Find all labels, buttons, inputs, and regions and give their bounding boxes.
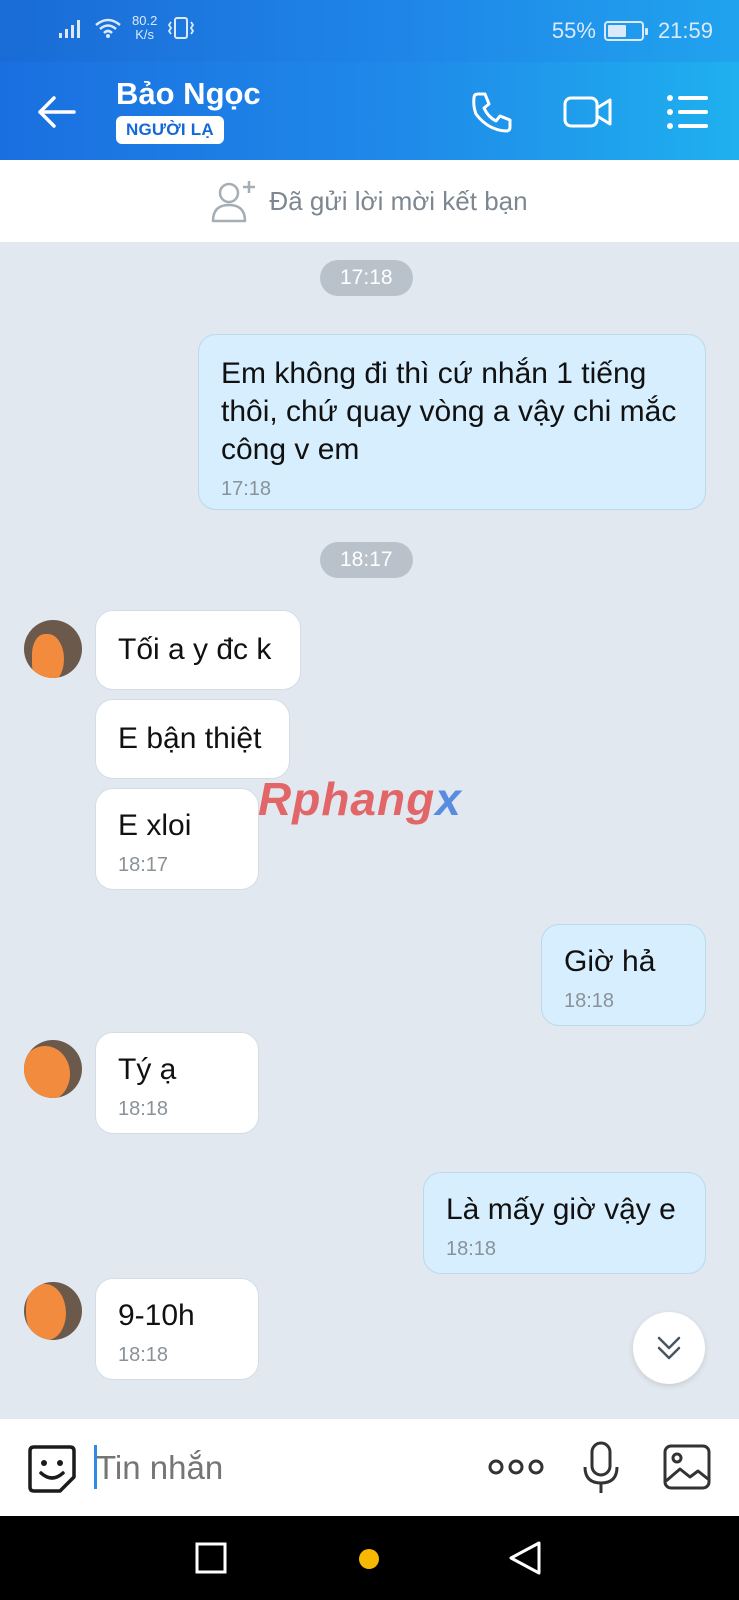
friend-request-bar: Đã gửi lời mời kết bạn bbox=[0, 160, 739, 242]
message-time: 18:18 bbox=[446, 1238, 497, 1260]
watermark-part1: Rphang bbox=[258, 773, 436, 825]
message-time: 18:18 bbox=[118, 1098, 169, 1120]
image-icon[interactable] bbox=[662, 1443, 712, 1491]
message-time: 18:18 bbox=[564, 990, 615, 1012]
message-bubble-incoming[interactable]: Tý ạ 18:18 bbox=[95, 1032, 259, 1134]
battery-icon bbox=[603, 21, 648, 41]
message-bubble-incoming[interactable]: E xloi 18:17 bbox=[95, 788, 259, 890]
battery-percent: 55% bbox=[551, 18, 596, 43]
avatar[interactable] bbox=[24, 1040, 82, 1098]
microphone-icon[interactable] bbox=[582, 1441, 620, 1497]
message-text: Tối a y đc k bbox=[118, 633, 272, 666]
status-bar: 80.2 K/s 55% 21:59 bbox=[0, 0, 739, 62]
message-bubble-outgoing[interactable]: Em không đi thì cứ nhắn 1 tiếng thôi, ch… bbox=[198, 334, 706, 510]
watermark-part2: x bbox=[435, 773, 462, 825]
chat-thread[interactable]: 17:18 Em không đi thì cứ nhắn 1 tiếng th… bbox=[0, 242, 739, 1418]
message-time: 17:18 bbox=[221, 478, 272, 500]
avatar[interactable] bbox=[24, 1282, 82, 1340]
message-text: Giờ hả bbox=[564, 945, 656, 978]
network-speed: 80.2 K/s bbox=[132, 14, 157, 42]
list-menu-icon[interactable] bbox=[662, 86, 714, 138]
message-bubble-incoming[interactable]: 9-10h 18:18 bbox=[95, 1278, 259, 1380]
more-dots-icon[interactable] bbox=[488, 1455, 544, 1479]
recent-apps-icon[interactable] bbox=[195, 1542, 227, 1574]
message-bubble-outgoing[interactable]: Giờ hả 18:18 bbox=[541, 924, 706, 1026]
message-bubble-incoming[interactable]: E bận thiệt bbox=[95, 699, 290, 779]
scroll-to-bottom-button[interactable] bbox=[633, 1312, 705, 1384]
chevron-double-down-icon bbox=[657, 1336, 681, 1360]
signal-icon bbox=[59, 20, 80, 38]
message-text: 9-10h bbox=[118, 1299, 195, 1332]
message-text: Tý ạ bbox=[118, 1053, 177, 1086]
friend-request-text: Đã gửi lời mời kết bạn bbox=[269, 185, 528, 216]
system-nav-bar bbox=[0, 1516, 739, 1600]
message-time: 18:18 bbox=[118, 1344, 169, 1366]
message-bubble-outgoing[interactable]: Là mấy giờ vậy e 18:18 bbox=[423, 1172, 706, 1274]
message-input[interactable] bbox=[96, 1447, 456, 1489]
contact-name[interactable]: Bảo Ngọc bbox=[116, 76, 261, 112]
sticker-icon[interactable] bbox=[26, 1443, 78, 1495]
time-divider: 17:18 bbox=[320, 260, 413, 296]
message-text: Em không đi thì cứ nhắn 1 tiếng thôi, ch… bbox=[221, 357, 677, 466]
clock: 21:59 bbox=[657, 18, 713, 43]
network-speed-value: 80.2 bbox=[132, 13, 158, 28]
back-nav-icon[interactable] bbox=[508, 1540, 542, 1576]
status-left: 80.2 K/s bbox=[58, 14, 195, 42]
video-camera-icon[interactable] bbox=[562, 86, 614, 138]
avatar[interactable] bbox=[24, 620, 82, 678]
status-right: 55% 21:59 bbox=[552, 18, 713, 44]
message-text: Là mấy giờ vậy e bbox=[446, 1193, 676, 1226]
message-bubble-incoming[interactable]: Tối a y đc k bbox=[95, 610, 301, 690]
add-friend-icon bbox=[212, 181, 256, 223]
phone-icon[interactable] bbox=[466, 86, 518, 138]
stranger-badge: NGƯỜI LẠ bbox=[116, 116, 224, 144]
message-text: E xloi bbox=[118, 809, 192, 842]
message-time: 18:17 bbox=[118, 854, 169, 876]
arrow-left-icon[interactable] bbox=[34, 90, 78, 134]
wifi-icon bbox=[95, 18, 121, 38]
time-divider: 18:17 bbox=[320, 542, 413, 578]
vibrate-icon bbox=[168, 17, 195, 39]
watermark: Rphangx bbox=[258, 772, 462, 826]
home-icon[interactable] bbox=[358, 1548, 380, 1570]
message-text: E bận thiệt bbox=[118, 722, 262, 755]
battery-fill bbox=[607, 25, 626, 37]
message-input-bar bbox=[0, 1418, 739, 1516]
network-speed-unit: K/s bbox=[135, 27, 155, 42]
chat-header: Bảo Ngọc NGƯỜI LẠ bbox=[0, 62, 739, 160]
